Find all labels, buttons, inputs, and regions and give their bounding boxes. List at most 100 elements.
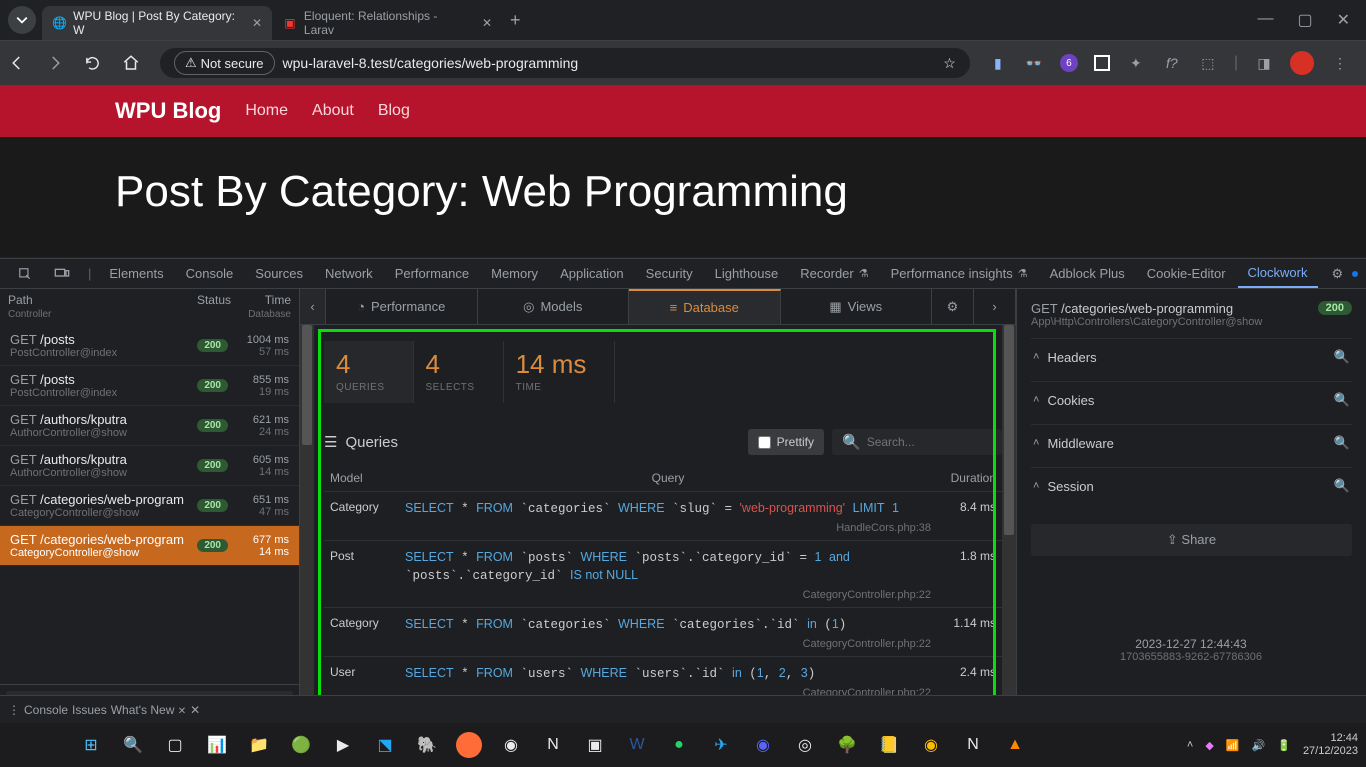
tab-perf-insights[interactable]: Performance insights⚗	[881, 259, 1038, 288]
terminal-icon[interactable]: ▣	[582, 732, 608, 758]
extension-icon[interactable]: f?	[1162, 53, 1182, 73]
drawer-tab-issues[interactable]: Issues	[72, 703, 107, 717]
tray-icon[interactable]: ◆	[1205, 739, 1213, 752]
tab-console[interactable]: Console	[176, 259, 244, 288]
chrome-icon[interactable]: 🟢	[288, 732, 314, 758]
browser-tab-inactive[interactable]: ▣ Eloquent: Relationships - Larav ✕	[272, 6, 502, 40]
profile-avatar[interactable]	[1290, 51, 1314, 75]
inspector-section[interactable]: ˄Headers🔍	[1031, 338, 1352, 375]
device-button[interactable]	[44, 259, 80, 288]
obs-icon[interactable]: ◎	[792, 732, 818, 758]
tab-search-button[interactable]	[8, 6, 36, 34]
extension-icon[interactable]	[1094, 55, 1110, 71]
tab-adblock[interactable]: Adblock Plus	[1040, 259, 1135, 288]
vscode-icon[interactable]: ⬔	[372, 732, 398, 758]
notion-icon[interactable]: N	[540, 732, 566, 758]
query-search[interactable]: 🔍	[832, 429, 1002, 455]
request-row[interactable]: GET /authors/kputraAuthorController@show…	[0, 406, 299, 446]
prev-tab-button[interactable]: ‹	[300, 289, 326, 324]
tab-sources[interactable]: Sources	[245, 259, 313, 288]
security-chip[interactable]: ⚠Not secure	[174, 51, 275, 75]
youtube-icon[interactable]: ▶	[330, 732, 356, 758]
prettify-toggle[interactable]: Prettify	[748, 429, 824, 455]
tab-performance[interactable]: Performance	[385, 259, 479, 288]
inspector-section[interactable]: ˄Middleware🔍	[1031, 424, 1352, 461]
request-row[interactable]: GET /authors/kputraAuthorController@show…	[0, 446, 299, 486]
whatsapp-icon[interactable]: ●	[666, 732, 692, 758]
task-view-button[interactable]: ▢	[162, 732, 188, 758]
drawer-tab-console[interactable]: Console	[24, 703, 68, 717]
telegram-icon[interactable]: ✈	[708, 732, 734, 758]
minimize-button[interactable]: —	[1257, 10, 1273, 30]
extension-icon[interactable]: 👓	[1024, 53, 1044, 73]
tab-recorder[interactable]: Recorder⚗	[790, 259, 878, 288]
request-row[interactable]: GET /postsPostController@index200855 ms1…	[0, 366, 299, 406]
app-icon[interactable]: 📒	[876, 732, 902, 758]
address-bar[interactable]: ⚠Not secure wpu-laravel-8.test/categorie…	[160, 48, 970, 78]
inspector-section[interactable]: ˄Session🔍	[1031, 467, 1352, 504]
figma-icon[interactable]: ◉	[498, 732, 524, 758]
query-row[interactable]: PostSELECT * FROM `posts` WHERE `posts`.…	[324, 540, 1002, 607]
search-button[interactable]: 🔍	[120, 732, 146, 758]
tab-memory[interactable]: Memory	[481, 259, 548, 288]
start-button[interactable]: ⊞	[78, 732, 104, 758]
vlc-icon[interactable]: ▲	[1002, 732, 1028, 758]
drawer-close[interactable]: ✕	[190, 703, 200, 717]
app-icon[interactable]: 🐘	[414, 732, 440, 758]
query-row[interactable]: CategorySELECT * FROM `categories` WHERE…	[324, 607, 1002, 656]
request-row[interactable]: GET /categories/web-programCategoryContr…	[0, 486, 299, 526]
tab-clockwork[interactable]: Clockwork	[1238, 259, 1318, 288]
new-tab-button[interactable]: +	[510, 10, 521, 31]
extensions-button[interactable]: ⬚	[1198, 53, 1218, 73]
request-list[interactable]: GET /postsPostController@index2001004 ms…	[0, 326, 299, 684]
request-row[interactable]: GET /categories/web-programCategoryContr…	[0, 526, 299, 566]
side-panel-button[interactable]: ◨	[1254, 53, 1274, 73]
tab-lighthouse[interactable]: Lighthouse	[705, 259, 789, 288]
cw-settings-button[interactable]: ⚙	[932, 289, 974, 324]
tab-application[interactable]: Application	[550, 259, 634, 288]
close-icon[interactable]: ✕	[252, 16, 262, 30]
tab-cookie-editor[interactable]: Cookie-Editor	[1137, 259, 1236, 288]
star-icon[interactable]: ☆	[943, 55, 956, 72]
settings-button[interactable]: ⚙	[1322, 259, 1366, 288]
close-window-button[interactable]: ✕	[1337, 10, 1350, 30]
battery-icon[interactable]: 🔋	[1277, 739, 1291, 752]
cw-tab-models[interactable]: ◎Models	[478, 289, 630, 324]
drawer-tab-whatsnew[interactable]: What's New ✕	[111, 703, 186, 717]
postman-icon[interactable]	[456, 732, 482, 758]
share-button[interactable]: ⇪ Share	[1031, 524, 1352, 556]
extension-icon[interactable]: 6	[1060, 54, 1078, 72]
brand-logo[interactable]: WPU Blog	[115, 98, 221, 124]
file-explorer-icon[interactable]: 📁	[246, 732, 272, 758]
home-button[interactable]	[122, 54, 150, 72]
volume-icon[interactable]: 🔊	[1252, 739, 1266, 752]
nav-link-blog[interactable]: Blog	[378, 102, 410, 120]
search-input[interactable]	[867, 435, 992, 449]
reload-button[interactable]	[84, 55, 112, 72]
tab-security[interactable]: Security	[636, 259, 703, 288]
drawer-menu[interactable]: ⋮	[8, 703, 20, 717]
word-icon[interactable]: W	[624, 732, 650, 758]
back-button[interactable]	[8, 54, 36, 72]
query-row[interactable]: CategorySELECT * FROM `categories` WHERE…	[324, 491, 1002, 540]
discord-icon[interactable]: ◉	[750, 732, 776, 758]
app-icon[interactable]: N	[960, 732, 986, 758]
cw-tab-performance[interactable]: ◔Performance	[326, 289, 478, 324]
tab-elements[interactable]: Elements	[99, 259, 173, 288]
forward-button[interactable]	[46, 54, 74, 72]
scrollbar[interactable]	[300, 325, 314, 723]
app-icon[interactable]: 📊	[204, 732, 230, 758]
request-row[interactable]: GET /postsPostController@index2001004 ms…	[0, 326, 299, 366]
clock[interactable]: 12:44 27/12/2023	[1303, 732, 1358, 758]
inspector-section[interactable]: ˄Cookies🔍	[1031, 381, 1352, 418]
browser-tab-active[interactable]: 🌐 WPU Blog | Post By Category: W ✕	[42, 6, 272, 40]
app-icon[interactable]: 🌳	[834, 732, 860, 758]
cw-tab-database[interactable]: ≡Database	[629, 289, 781, 324]
app-icon[interactable]: ◉	[918, 732, 944, 758]
scrollbar[interactable]	[1002, 325, 1016, 723]
inspect-button[interactable]	[8, 259, 42, 288]
cw-tab-views[interactable]: ▦Views	[781, 289, 933, 324]
tray-chevron[interactable]: ˄	[1187, 739, 1193, 751]
close-icon[interactable]: ✕	[482, 16, 492, 30]
next-tab-button[interactable]: ›	[974, 289, 1016, 324]
